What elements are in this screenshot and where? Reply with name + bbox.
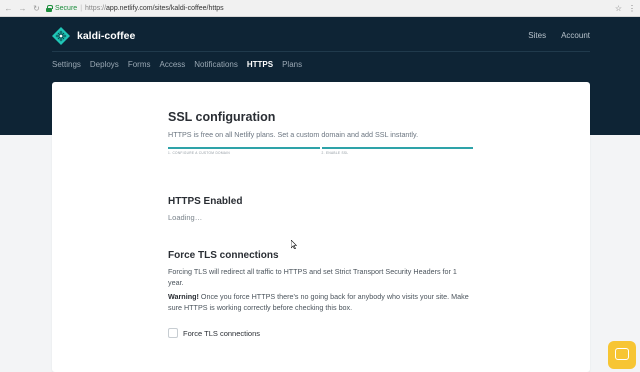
- page-title: SSL configuration: [168, 110, 276, 124]
- step-label: 1. CONFIGURE A CUSTOM DOMAIN: [168, 151, 231, 155]
- lock-icon: [46, 4, 53, 12]
- page-subtitle: HTTPS is free on all Netlify plans. Set …: [168, 130, 419, 139]
- site-name: kaldi-coffee: [77, 30, 136, 42]
- tab-https[interactable]: HTTPS: [247, 60, 273, 69]
- tab-access[interactable]: Access: [159, 60, 185, 69]
- warning-label: Warning!: [168, 292, 199, 301]
- force-tls-checkbox-label[interactable]: Force TLS connections: [183, 329, 260, 338]
- netlify-logo-icon: [52, 27, 70, 45]
- back-arrow-icon[interactable]: ←: [3, 3, 14, 14]
- warning-text: Once you force HTTPS there's no going ba…: [168, 292, 469, 312]
- force-tls-warning: Warning! Once you force HTTPS there's no…: [168, 291, 474, 313]
- url-text: app.netlify.com/sites/kaldi-coffee/https: [106, 4, 224, 12]
- header-divider: [52, 51, 590, 52]
- force-tls-option[interactable]: Force TLS connections: [168, 328, 260, 338]
- site-tabs: Settings Deploys Forms Access Notificati…: [52, 60, 302, 69]
- step-enable-ssl: 2. ENABLE SSL: [321, 147, 473, 155]
- chat-widget-button[interactable]: [608, 341, 636, 369]
- kebab-menu-icon[interactable]: ⋮: [628, 4, 636, 13]
- secure-label: Secure: [55, 4, 78, 12]
- brand[interactable]: kaldi-coffee: [52, 27, 135, 45]
- top-link-account[interactable]: Account: [561, 31, 590, 40]
- https-enabled-heading: HTTPS Enabled: [168, 196, 243, 207]
- step-label: 2. ENABLE SSL: [321, 151, 349, 155]
- tab-deploys[interactable]: Deploys: [90, 60, 119, 69]
- progress-steps: 1. CONFIGURE A CUSTOM DOMAIN 2. ENABLE S…: [168, 147, 473, 155]
- step-configure-domain: 1. CONFIGURE A CUSTOM DOMAIN: [168, 147, 320, 155]
- force-tls-description: Forcing TLS will redirect all traffic to…: [168, 267, 457, 287]
- mouse-cursor-icon: [291, 240, 297, 249]
- content-card: SSL configuration HTTPS is free on all N…: [52, 82, 590, 372]
- address-separator: |: [80, 4, 83, 12]
- tab-forms[interactable]: Forms: [128, 60, 151, 69]
- forward-arrow-icon[interactable]: →: [17, 3, 28, 14]
- chat-bubble-icon: [615, 348, 629, 360]
- https-status: Loading…: [168, 213, 203, 222]
- top-link-sites[interactable]: Sites: [528, 31, 546, 40]
- tab-notifications[interactable]: Notifications: [194, 60, 238, 69]
- tab-plans[interactable]: Plans: [282, 60, 302, 69]
- step-progress-bar: [321, 147, 473, 149]
- step-progress-bar: [168, 147, 320, 149]
- force-tls-checkbox[interactable]: [168, 328, 178, 338]
- tab-settings[interactable]: Settings: [52, 60, 81, 69]
- url-scheme: https://: [85, 4, 107, 12]
- star-icon[interactable]: ☆: [615, 4, 622, 13]
- browser-toolbar: ← → ↻ Secure | https:// app.netlify.com/…: [0, 0, 640, 17]
- force-tls-heading: Force TLS connections: [168, 250, 279, 261]
- address-bar[interactable]: Secure | https:// app.netlify.com/sites/…: [46, 2, 615, 14]
- reload-icon[interactable]: ↻: [31, 3, 42, 14]
